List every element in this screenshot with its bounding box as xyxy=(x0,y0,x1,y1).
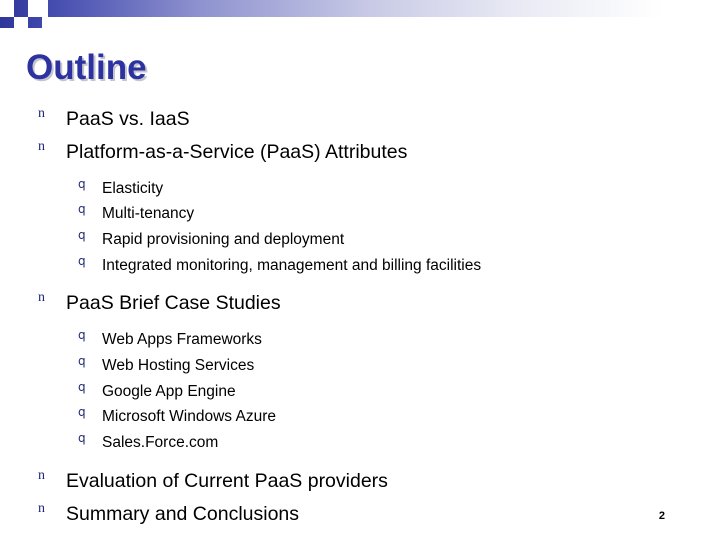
slide-header-band xyxy=(0,0,720,34)
level1-bullet-icon: n xyxy=(38,290,45,306)
outline-subitem: q Integrated monitoring, management and … xyxy=(0,253,720,279)
header-block-5 xyxy=(42,0,48,17)
outline-subitem-label: Sales.Force.com xyxy=(102,434,219,452)
outline-item: n PaaS vs. IaaS xyxy=(0,104,720,135)
outline-item-label: Platform-as-a-Service (PaaS) Attributes xyxy=(66,140,408,163)
header-block-4 xyxy=(42,17,720,34)
header-block-1 xyxy=(0,0,14,17)
slide-body: n PaaS vs. IaaS n Platform-as-a-Service … xyxy=(0,104,720,531)
level1-bullet-icon: n xyxy=(38,138,45,154)
outline-subitem: q Rapid provisioning and deployment xyxy=(0,227,720,253)
outline-subitem: q Elasticity xyxy=(0,176,720,202)
level2-bullet-icon: q xyxy=(78,405,86,420)
outline-subitem: q Google App Engine xyxy=(0,379,720,405)
outline-subitem-label: Web Apps Frameworks xyxy=(102,331,262,349)
outline-item: n Evaluation of Current PaaS providers xyxy=(0,466,720,497)
level2-bullet-icon: q xyxy=(78,176,86,191)
outline-subitem: q Web Apps Frameworks xyxy=(0,327,720,353)
level2-bullet-icon: q xyxy=(78,353,86,368)
level2-bullet-icon: q xyxy=(78,328,86,343)
slide-title: Outline xyxy=(26,48,147,87)
outline-item: n Summary and Conclusions xyxy=(0,499,720,530)
outline-item: n Platform-as-a-Service (PaaS) Attribute… xyxy=(0,137,720,168)
header-block-2 xyxy=(14,17,28,34)
outline-item-label: PaaS vs. IaaS xyxy=(66,108,190,130)
level1-bullet-icon: n xyxy=(38,500,45,516)
level1-bullet-icon: n xyxy=(38,106,45,121)
slide-page-number: 2 xyxy=(658,510,665,522)
outline-subitem: q Sales.Force.com xyxy=(0,430,720,456)
outline-subitem-label: Multi-tenancy xyxy=(102,205,195,223)
outline-subitem-label: Rapid provisioning and deployment xyxy=(102,231,345,249)
level2-bullet-icon: q xyxy=(78,253,86,268)
outline-subitem-label: Microsoft Windows Azure xyxy=(102,408,276,426)
outline-item: n PaaS Brief Case Studies xyxy=(0,288,720,319)
outline-subitem: q Multi-tenancy xyxy=(0,201,720,227)
outline-subitem-label: Web Hosting Services xyxy=(102,356,255,374)
level2-bullet-icon: q xyxy=(78,431,86,446)
outline-subitem: q Web Hosting Services xyxy=(0,353,720,379)
header-block-3 xyxy=(28,0,42,17)
outline-subitem-label: Integrated monitoring, management and bi… xyxy=(102,256,482,274)
outline-subitem-label: Google App Engine xyxy=(102,382,236,400)
outline-item-label: PaaS Brief Case Studies xyxy=(66,292,281,315)
level2-bullet-icon: q xyxy=(78,228,86,243)
outline-subitem-label: Elasticity xyxy=(102,179,164,197)
level2-bullet-icon: q xyxy=(78,202,86,217)
level1-bullet-icon: n xyxy=(38,467,45,483)
level2-bullet-icon: q xyxy=(78,379,86,394)
outline-item-label: Summary and Conclusions xyxy=(66,502,300,525)
outline-subitem: q Microsoft Windows Azure xyxy=(0,404,720,430)
outline-item-label: Evaluation of Current PaaS providers xyxy=(66,469,388,492)
